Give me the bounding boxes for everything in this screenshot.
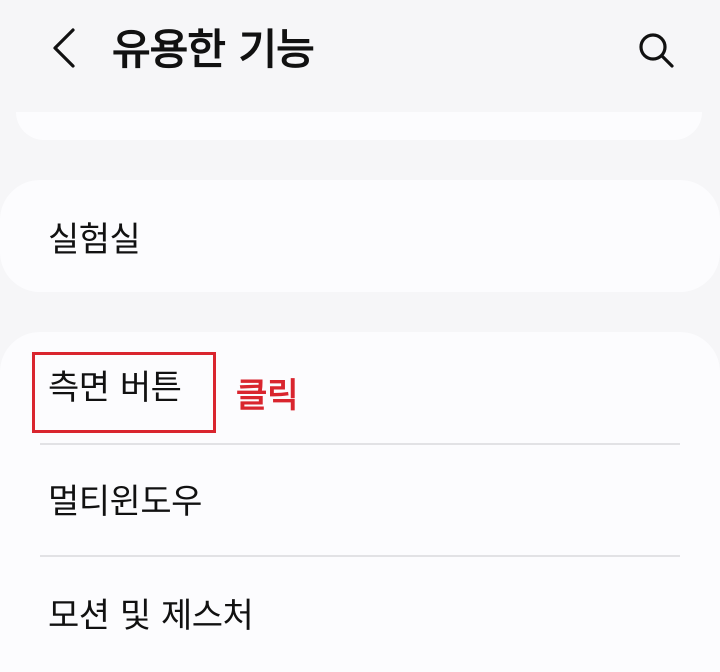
page-title: 유용한 기능 (112, 25, 315, 74)
labs-card: 실험실 (0, 180, 720, 292)
settings-item-motions-gestures[interactable]: 모션 및 제스처 (48, 594, 254, 638)
settings-item-labs[interactable]: 실험실 (48, 218, 141, 262)
divider (40, 555, 680, 557)
search-button[interactable] (632, 26, 680, 74)
divider (40, 443, 680, 445)
click-annotation: 클릭 (236, 376, 299, 416)
search-icon (639, 33, 674, 68)
back-button[interactable] (40, 24, 88, 72)
top-app-bar: 유용한 기능 (0, 0, 720, 100)
highlight-box (32, 352, 216, 433)
settings-item-multi-window[interactable]: 멀티윈도우 (48, 480, 202, 524)
previous-settings-card (16, 112, 702, 140)
chevron-left-icon (53, 28, 75, 68)
